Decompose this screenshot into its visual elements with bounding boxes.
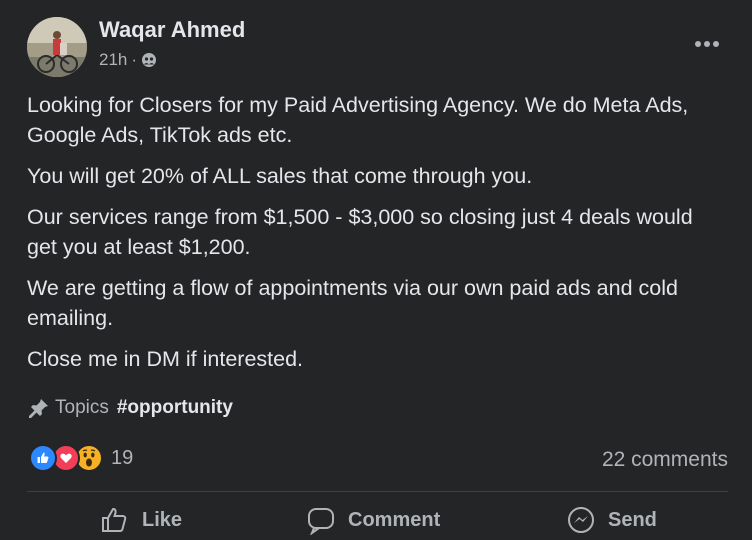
messenger-icon xyxy=(566,505,596,535)
post-paragraph: We are getting a flow of appointments vi… xyxy=(27,276,678,330)
more-dots-icon xyxy=(695,41,719,47)
friends-icon[interactable] xyxy=(141,52,157,68)
like-outline-icon xyxy=(100,505,130,535)
reaction-count: 19 xyxy=(111,446,134,469)
topics-row: Topics #opportunity xyxy=(27,396,233,420)
like-icon xyxy=(29,444,57,472)
author-name[interactable]: Waqar Ahmed xyxy=(99,17,245,43)
post-meta: 21h · xyxy=(99,50,157,70)
like-label: Like xyxy=(142,508,183,531)
comments-count-link[interactable]: 22 comments xyxy=(602,448,728,472)
avatar[interactable] xyxy=(27,17,87,77)
send-label: Send xyxy=(608,508,657,531)
post-paragraph: Close me in DM if interested. xyxy=(27,347,304,371)
topic-tag[interactable]: #opportunity xyxy=(117,397,233,419)
comment-label: Comment xyxy=(348,508,441,531)
topics-label: Topics xyxy=(55,397,109,418)
post-body: Looking for Closers for my Paid Advertis… xyxy=(27,90,727,385)
divider xyxy=(27,491,728,492)
meta-separator: · xyxy=(131,50,138,69)
post-card: Waqar Ahmed 21h · Looking for Closers fo… xyxy=(0,0,752,540)
avatar-photo xyxy=(27,17,87,77)
post-paragraph: Looking for Closers for my Paid Advertis… xyxy=(27,93,689,147)
comment-button[interactable]: Comment xyxy=(306,505,440,535)
reactions-summary[interactable]: 19 xyxy=(29,444,133,472)
like-button[interactable]: Like xyxy=(100,505,182,535)
more-options-button[interactable] xyxy=(692,30,722,58)
post-time[interactable]: 21h xyxy=(99,50,127,70)
comment-icon xyxy=(306,505,336,535)
pin-icon xyxy=(27,396,51,420)
post-paragraph: You will get 20% of ALL sales that come … xyxy=(27,164,533,188)
post-paragraph: Our services range from $1,500 - $3,000 … xyxy=(27,205,693,259)
send-button[interactable]: Send xyxy=(566,505,657,535)
